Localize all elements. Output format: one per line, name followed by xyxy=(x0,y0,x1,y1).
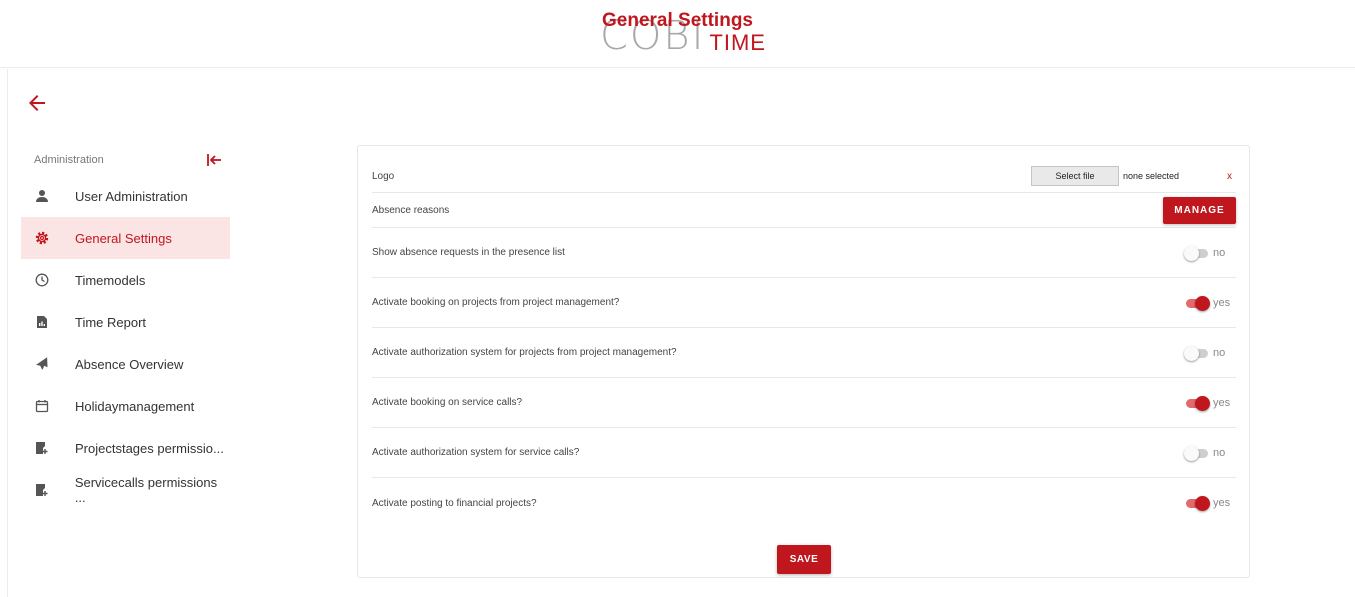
sidebar-item-label: Time Report xyxy=(75,314,147,330)
user-icon xyxy=(33,187,51,205)
file-status-text: none selected xyxy=(1123,171,1180,181)
toggle-state-text: no xyxy=(1213,346,1226,359)
setting-row: Show absence requests in the presence li… xyxy=(372,228,1236,278)
gear-icon xyxy=(33,229,51,247)
setting-row: Activate authorization system for servic… xyxy=(372,428,1236,478)
toggle-state-text: yes xyxy=(1213,497,1231,509)
permission-icon xyxy=(33,481,51,499)
plane-icon xyxy=(33,355,51,373)
sidebar-item-general-settings[interactable]: General Settings xyxy=(21,217,230,259)
main-content: Administration User Administration Gener… xyxy=(7,69,1355,597)
setting-label: Activate authorization system for servic… xyxy=(372,447,580,458)
sidebar-item-projectstages-permissions[interactable]: Projectstages permissio... xyxy=(21,427,230,469)
sidebar-item-label: Timemodels xyxy=(75,272,146,288)
save-button[interactable]: SAVE xyxy=(777,545,831,574)
toggle-switch[interactable] xyxy=(1184,445,1210,461)
sidebar: Administration User Administration Gener… xyxy=(21,145,230,511)
sidebar-item-holidaymanagement[interactable]: Holidaymanagement xyxy=(21,385,230,427)
toggle-state-text: yes xyxy=(1213,396,1231,409)
absence-reasons-row: Absence reasons MANAGE xyxy=(372,193,1236,228)
sidebar-item-label: Servicecalls permissions ... xyxy=(74,475,218,505)
toggle-state-text: yes xyxy=(1213,296,1231,309)
toggle-group: no xyxy=(1184,345,1236,361)
logo-label: Logo xyxy=(372,170,395,182)
setting-row: Activate booking on service calls? yes xyxy=(372,378,1236,428)
toggle-switch[interactable] xyxy=(1184,395,1210,411)
sidebar-item-time-report[interactable]: Time Report xyxy=(21,301,230,343)
setting-label: Activate authorization system for projec… xyxy=(372,347,677,358)
page-title: General Settings xyxy=(602,10,753,31)
sidebar-title: Administration xyxy=(34,154,104,166)
sidebar-item-label: User Administration xyxy=(75,188,188,204)
toggle-switch[interactable] xyxy=(1184,495,1210,511)
logo-file-picker: Select file none selected x xyxy=(1031,166,1236,186)
sidebar-item-timemodels[interactable]: Timemodels xyxy=(21,259,230,301)
toggle-group: no xyxy=(1184,445,1236,461)
settings-panel: Logo Select file none selected x Absence… xyxy=(357,145,1250,578)
toggle-switch[interactable] xyxy=(1184,295,1210,311)
select-file-button[interactable]: Select file xyxy=(1031,166,1119,186)
report-icon xyxy=(33,313,51,331)
setting-label: Activate booking on projects from projec… xyxy=(372,297,620,308)
setting-label: Activate posting to financial projects? xyxy=(372,497,537,509)
setting-label: Activate booking on service calls? xyxy=(372,397,523,408)
setting-row: Activate booking on projects from projec… xyxy=(372,278,1236,328)
collapse-left-icon[interactable] xyxy=(204,150,224,170)
sidebar-item-label: Projectstages permissio... xyxy=(75,440,224,456)
logo-row: Logo Select file none selected x xyxy=(372,160,1236,193)
sidebar-item-label: General Settings xyxy=(75,230,172,246)
toggle-state-text: no xyxy=(1213,246,1226,259)
setting-row: Activate posting to financial projects? … xyxy=(372,478,1236,528)
logo-sub-text: TIME xyxy=(709,30,766,55)
calendar-icon xyxy=(33,397,51,415)
sidebar-header: Administration xyxy=(21,145,230,175)
toggle-group: no xyxy=(1184,245,1236,261)
clock-icon xyxy=(33,271,51,289)
arrow-left-icon xyxy=(29,95,45,111)
sidebar-item-label: Absence Overview xyxy=(75,356,184,372)
sidebar-item-user-administration[interactable]: User Administration xyxy=(21,175,230,217)
toggle-group: yes xyxy=(1184,495,1236,511)
setting-label: Show absence requests in the presence li… xyxy=(372,247,565,258)
toggle-switch[interactable] xyxy=(1184,345,1210,361)
permission-icon xyxy=(33,439,51,457)
clear-file-button[interactable]: x xyxy=(1227,171,1232,182)
manage-button[interactable]: MANAGE xyxy=(1163,196,1236,224)
sidebar-item-servicecalls-permissions[interactable]: Servicecalls permissions ... xyxy=(21,469,230,511)
sidebar-item-label: Holidaymanagement xyxy=(75,398,195,414)
toggle-switch[interactable] xyxy=(1184,245,1210,261)
toggle-state-text: no xyxy=(1213,446,1226,459)
toggle-group: yes xyxy=(1184,395,1236,411)
sidebar-item-absence-overview[interactable]: Absence Overview xyxy=(21,343,230,385)
setting-row: Activate authorization system for projec… xyxy=(372,328,1236,378)
absence-reasons-label: Absence reasons xyxy=(372,204,450,216)
toggle-group: yes xyxy=(1184,295,1236,311)
back-button[interactable] xyxy=(25,91,49,115)
